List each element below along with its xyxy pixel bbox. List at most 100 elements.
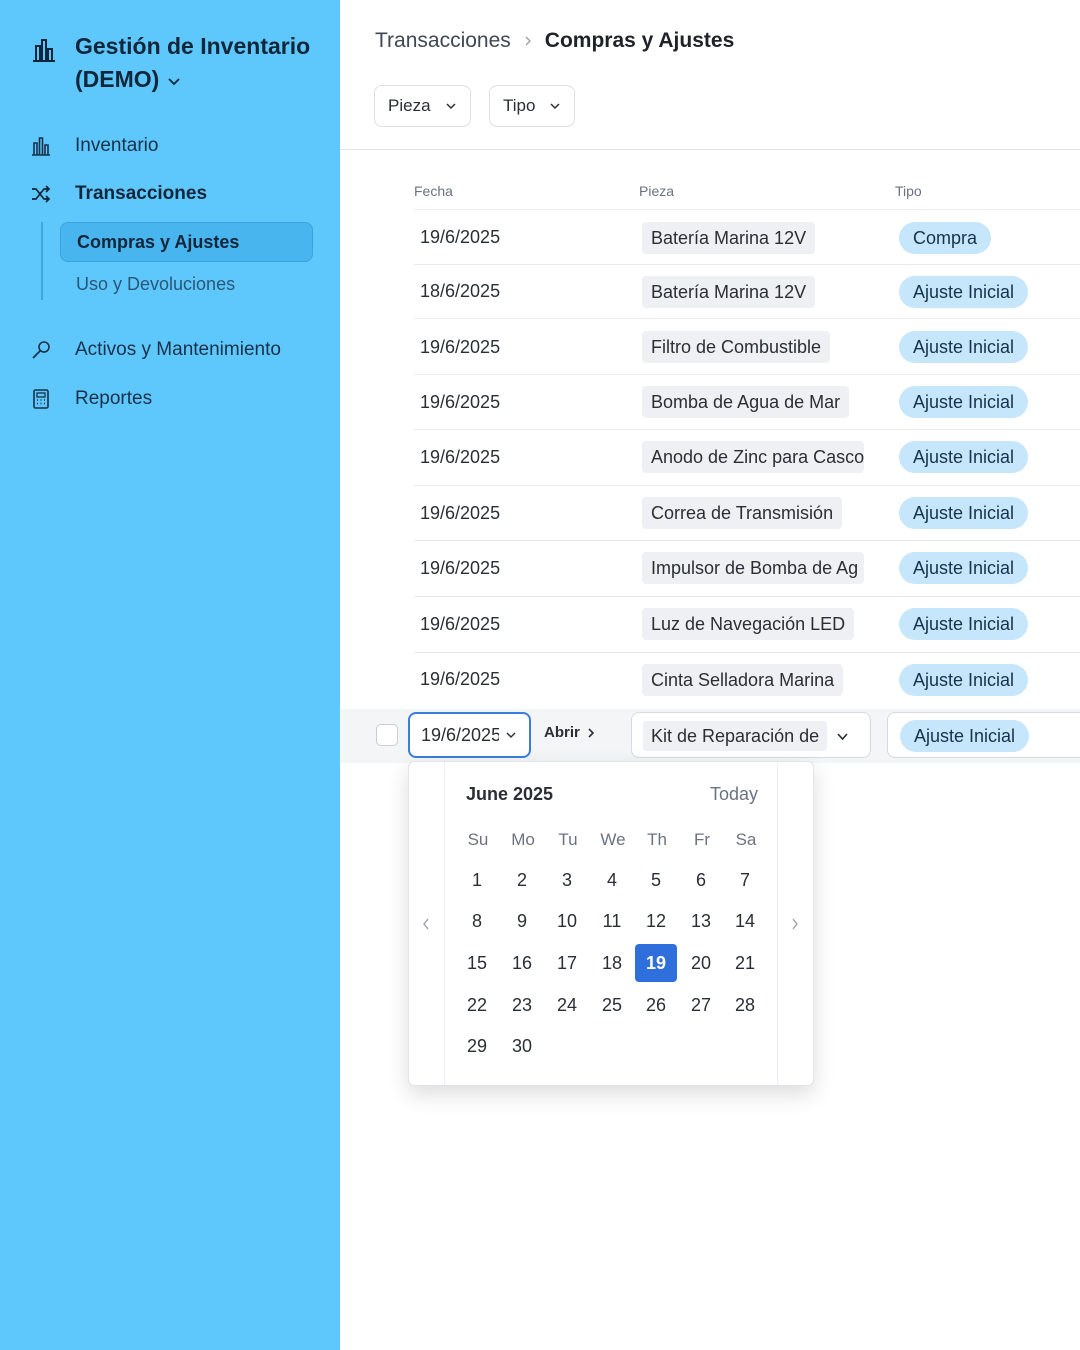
row-divider xyxy=(414,374,1080,375)
calendar-day[interactable]: 26 xyxy=(635,986,677,1024)
app-title: Gestión de Inventario (DEMO) xyxy=(75,33,311,92)
sidebar-item-label: Inventario xyxy=(75,135,159,156)
pieza-select[interactable]: Kit de Reparación de xyxy=(631,712,871,758)
calendar-day[interactable]: 11 xyxy=(591,902,633,940)
calendar-day[interactable]: 23 xyxy=(501,986,543,1024)
calendar-weekday: We xyxy=(600,830,626,849)
cell-pieza: Bomba de Agua de Mar xyxy=(642,386,850,418)
calendar-day[interactable]: 17 xyxy=(546,944,588,982)
calendar-day[interactable]: 3 xyxy=(546,861,588,899)
chevron-down-icon[interactable] xyxy=(505,729,517,741)
calendar-day[interactable]: 15 xyxy=(456,944,498,982)
app-brand[interactable]: Gestión de Inventario (DEMO) xyxy=(30,30,330,96)
column-header-tipo[interactable]: Tipo xyxy=(895,183,922,199)
chart-bars-icon xyxy=(33,39,55,62)
sidebar-item-label: Reportes xyxy=(75,388,153,409)
row-divider xyxy=(414,540,1080,541)
chevron-right-icon[interactable] xyxy=(790,917,800,931)
calendar-day[interactable]: 18 xyxy=(591,944,633,982)
calendar-weekday: Fr xyxy=(693,830,711,849)
sidebar: Gestión de Inventario (DEMO) Inventario … xyxy=(0,0,340,1350)
filter-label: Tipo xyxy=(503,96,536,115)
date-input[interactable]: 19/6/2025 xyxy=(408,712,531,758)
calendar-day[interactable]: 25 xyxy=(591,986,633,1024)
subnav-indicator xyxy=(41,222,43,300)
tipo-select[interactable]: Ajuste Inicial xyxy=(887,712,1080,758)
calendar-day[interactable]: 9 xyxy=(501,902,543,940)
calendar-day[interactable]: 12 xyxy=(635,902,677,940)
row-divider xyxy=(414,264,1080,265)
open-row-label: Abrir xyxy=(544,724,580,741)
filter-pieza-button[interactable]: Pieza xyxy=(374,85,471,127)
chevron-left-icon[interactable] xyxy=(421,917,431,931)
filter-label: Pieza xyxy=(388,96,431,115)
row-divider xyxy=(414,485,1080,486)
calendar-day[interactable]: 7 xyxy=(724,861,766,899)
calendar-day[interactable]: 8 xyxy=(456,902,498,940)
calendar-next-area[interactable] xyxy=(777,762,813,1085)
calendar-day[interactable]: 30 xyxy=(501,1027,543,1065)
cell-fecha: 19/6/2025 xyxy=(420,614,501,634)
calendar-weekday: Sa xyxy=(735,830,757,849)
calendar-day[interactable]: 10 xyxy=(546,902,588,940)
sidebar-item-transacciones[interactable]: Transacciones xyxy=(30,183,207,205)
open-row-button[interactable]: Abrir xyxy=(544,724,596,741)
cell-pieza: Correa de Transmisión xyxy=(642,497,843,529)
calendar-day[interactable]: 1 xyxy=(456,861,498,899)
sidebar-item-reportes[interactable]: Reportes xyxy=(30,388,152,410)
cell-pieza: Luz de Navegación LED xyxy=(642,608,855,640)
row-select-checkbox[interactable] xyxy=(376,724,398,746)
cell-fecha: 19/6/2025 xyxy=(420,669,501,689)
calendar-day[interactable]: 21 xyxy=(724,944,766,982)
calendar-day[interactable]: 6 xyxy=(680,861,722,899)
cell-fecha: 19/6/2025 xyxy=(420,337,501,357)
cell-tipo-badge: Compra xyxy=(899,222,992,254)
calendar-day[interactable]: 29 xyxy=(456,1027,498,1065)
shuffle-icon xyxy=(32,185,51,203)
calendar-day[interactable]: 24 xyxy=(546,986,588,1024)
chevron-down-icon xyxy=(446,103,456,110)
sidebar-subitem-uso-devoluciones[interactable]: Uso y Devoluciones xyxy=(60,264,313,304)
calendar-day[interactable]: 5 xyxy=(635,861,677,899)
calendar-day[interactable]: 20 xyxy=(680,944,722,982)
sidebar-item-inventario[interactable]: Inventario xyxy=(30,135,158,157)
date-input-value: 19/6/2025 xyxy=(421,724,499,745)
sidebar-subitem-compras-ajustes[interactable]: Compras y Ajustes xyxy=(60,222,313,262)
calendar-day[interactable]: 27 xyxy=(680,986,722,1024)
header-divider xyxy=(340,149,1080,150)
calendar-day[interactable]: 4 xyxy=(591,861,633,899)
tipo-select-value: Ajuste Inicial xyxy=(900,720,1030,752)
cell-fecha: 19/6/2025 xyxy=(420,558,501,578)
cell-tipo-badge: Ajuste Inicial xyxy=(899,441,1029,473)
cell-pieza: Filtro de Combustible xyxy=(642,331,831,363)
row-divider xyxy=(414,318,1080,319)
cell-fecha: 18/6/2025 xyxy=(420,281,501,301)
wrench-icon xyxy=(32,341,50,359)
calendar-day[interactable]: 2 xyxy=(501,861,543,899)
calendar-day[interactable]: 14 xyxy=(724,902,766,940)
cell-fecha: 19/6/2025 xyxy=(420,447,501,467)
cell-pieza: Impulsor de Bomba de Ag xyxy=(642,552,864,584)
calendar-weekday: Tu xyxy=(558,830,578,849)
calendar-today-button[interactable]: Today xyxy=(710,784,758,805)
calendar-day-selected[interactable]: 19 xyxy=(635,944,677,982)
calendar-day[interactable]: 28 xyxy=(724,986,766,1024)
sidebar-item-activos[interactable]: Activos y Mantenimiento xyxy=(30,339,281,361)
calendar-day[interactable]: 22 xyxy=(456,986,498,1024)
calendar-weekday: Mo xyxy=(511,830,535,849)
cell-fecha: 19/6/2025 xyxy=(420,392,501,412)
sidebar-item-label: Transacciones xyxy=(75,183,208,204)
pieza-select-value: Kit de Reparación de xyxy=(643,721,828,751)
calendar-day[interactable]: 16 xyxy=(501,944,543,982)
row-divider xyxy=(414,652,1080,653)
calendar-prev-area[interactable] xyxy=(409,762,445,1085)
breadcrumb-item[interactable]: Transacciones xyxy=(375,29,511,53)
calendar-day[interactable]: 13 xyxy=(680,902,722,940)
column-header-pieza[interactable]: Pieza xyxy=(639,183,674,199)
chart-bars-icon xyxy=(32,137,50,156)
cell-tipo-badge: Ajuste Inicial xyxy=(899,497,1029,529)
chevron-down-icon[interactable] xyxy=(167,74,181,88)
column-header-fecha[interactable]: Fecha xyxy=(414,183,453,199)
cell-tipo-badge: Ajuste Inicial xyxy=(899,331,1029,363)
filter-tipo-button[interactable]: Tipo xyxy=(489,85,576,127)
